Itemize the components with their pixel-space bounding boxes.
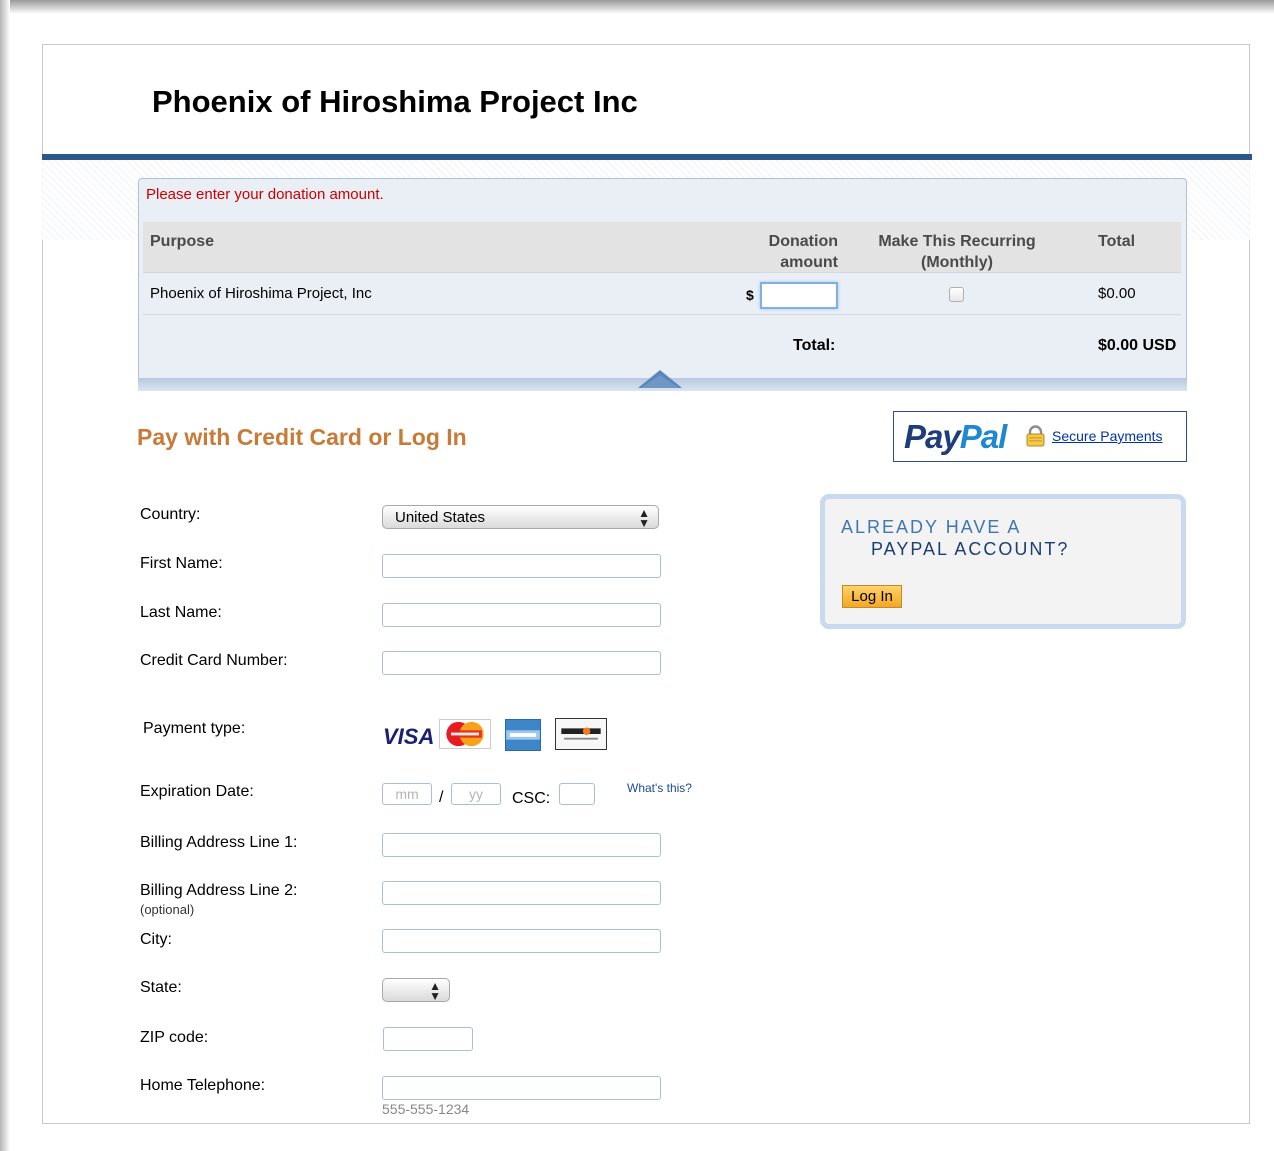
first-name-input[interactable] [382, 554, 661, 578]
column-header-total: Total [1098, 233, 1136, 250]
phone-input[interactable] [382, 1076, 661, 1100]
column-header-recurring: Make This Recurring (Monthly) [862, 231, 1052, 273]
currency-symbol: $ [746, 287, 754, 303]
paypal-secure-badge: PayPal Secure Payments [893, 411, 1187, 462]
whats-this-link[interactable]: What's this? [627, 781, 692, 795]
log-in-button[interactable]: Log In [842, 585, 902, 608]
expiration-year-input[interactable]: yy [451, 783, 501, 805]
column-header-recurring-line2: (Monthly) [921, 254, 993, 271]
cart-arrow-inner [641, 375, 679, 388]
cart-row-total: $0.00 [1098, 285, 1136, 302]
already-have-line1: ALREADY HAVE A [841, 517, 1022, 537]
payment-type-label: Payment type: [143, 720, 246, 737]
expiration-separator: / [439, 789, 444, 806]
donation-cart [138, 178, 1187, 378]
donation-error-message: Please enter your donation amount. [146, 186, 384, 203]
window-top-shadow [0, 0, 1274, 14]
city-label: City: [140, 931, 172, 948]
csc-label: CSC: [512, 790, 551, 807]
select-arrows-icon: ▲ ▼ [638, 506, 650, 530]
address1-input[interactable] [382, 833, 661, 857]
paypal-login-box [820, 494, 1186, 629]
visa-card-icon: VISA [383, 724, 435, 749]
phone-label: Home Telephone: [140, 1077, 266, 1094]
paypal-logo-pay: Pay [904, 418, 961, 455]
column-header-purpose: Purpose [150, 233, 215, 250]
pay-with-heading: Pay with Credit Card or Log In [137, 424, 467, 450]
select-arrows-icon: ▲ ▼ [429, 979, 441, 1003]
city-input[interactable] [382, 929, 661, 953]
zip-input[interactable] [383, 1027, 473, 1051]
already-have-line2: PAYPAL ACCOUNT? [871, 539, 1070, 559]
address2-optional-note: (optional) [140, 902, 195, 917]
card-number-label: Credit Card Number: [140, 652, 288, 669]
paypal-logo: PayPal [904, 418, 1008, 456]
address1-label: Billing Address Line 1: [140, 834, 298, 851]
column-header-recurring-line1: Make This Recurring [878, 233, 1036, 250]
row-divider [143, 272, 1181, 273]
american-express-icon [505, 719, 541, 751]
state-label: State: [140, 979, 182, 996]
country-select-value: United States [395, 509, 486, 526]
card-number-input[interactable] [382, 651, 661, 675]
address2-input[interactable] [382, 881, 661, 905]
column-header-donation-amount: Donation amount [742, 231, 838, 273]
csc-input[interactable] [559, 783, 595, 805]
cart-total-value: $0.00 USD [1098, 337, 1177, 354]
cart-row-purpose: Phoenix of Hiroshima Project, Inc [150, 285, 372, 302]
row-divider [143, 314, 1181, 315]
address2-label: Billing Address Line 2: [140, 882, 298, 899]
cart-total-label: Total: [793, 337, 836, 354]
lock-icon [1026, 425, 1045, 447]
paypal-logo-pal: Pal [959, 418, 1008, 455]
last-name-input[interactable] [382, 603, 661, 627]
first-name-label: First Name: [140, 555, 223, 572]
secure-payments-link[interactable]: Secure Payments [1052, 428, 1163, 444]
zip-label: ZIP code: [140, 1029, 209, 1046]
donation-amount-input[interactable] [760, 282, 838, 309]
last-name-label: Last Name: [140, 604, 222, 621]
window-left-shadow [0, 0, 10, 1151]
recurring-checkbox[interactable] [949, 287, 964, 302]
state-select[interactable]: ▲ ▼ [382, 978, 450, 1002]
phone-format-hint: 555-555-1234 [382, 1101, 470, 1117]
discover-card-icon [555, 718, 607, 750]
column-header-amount-line2: amount [780, 254, 838, 271]
country-select[interactable]: United States ▲ ▼ [382, 505, 659, 529]
expiration-label: Expiration Date: [140, 783, 254, 800]
page-title: Phoenix of Hiroshima Project Inc [152, 84, 638, 119]
column-header-amount-line1: Donation [768, 233, 838, 250]
mastercard-icon [439, 719, 491, 749]
country-label: Country: [140, 506, 201, 523]
expiration-month-input[interactable]: mm [382, 783, 432, 805]
